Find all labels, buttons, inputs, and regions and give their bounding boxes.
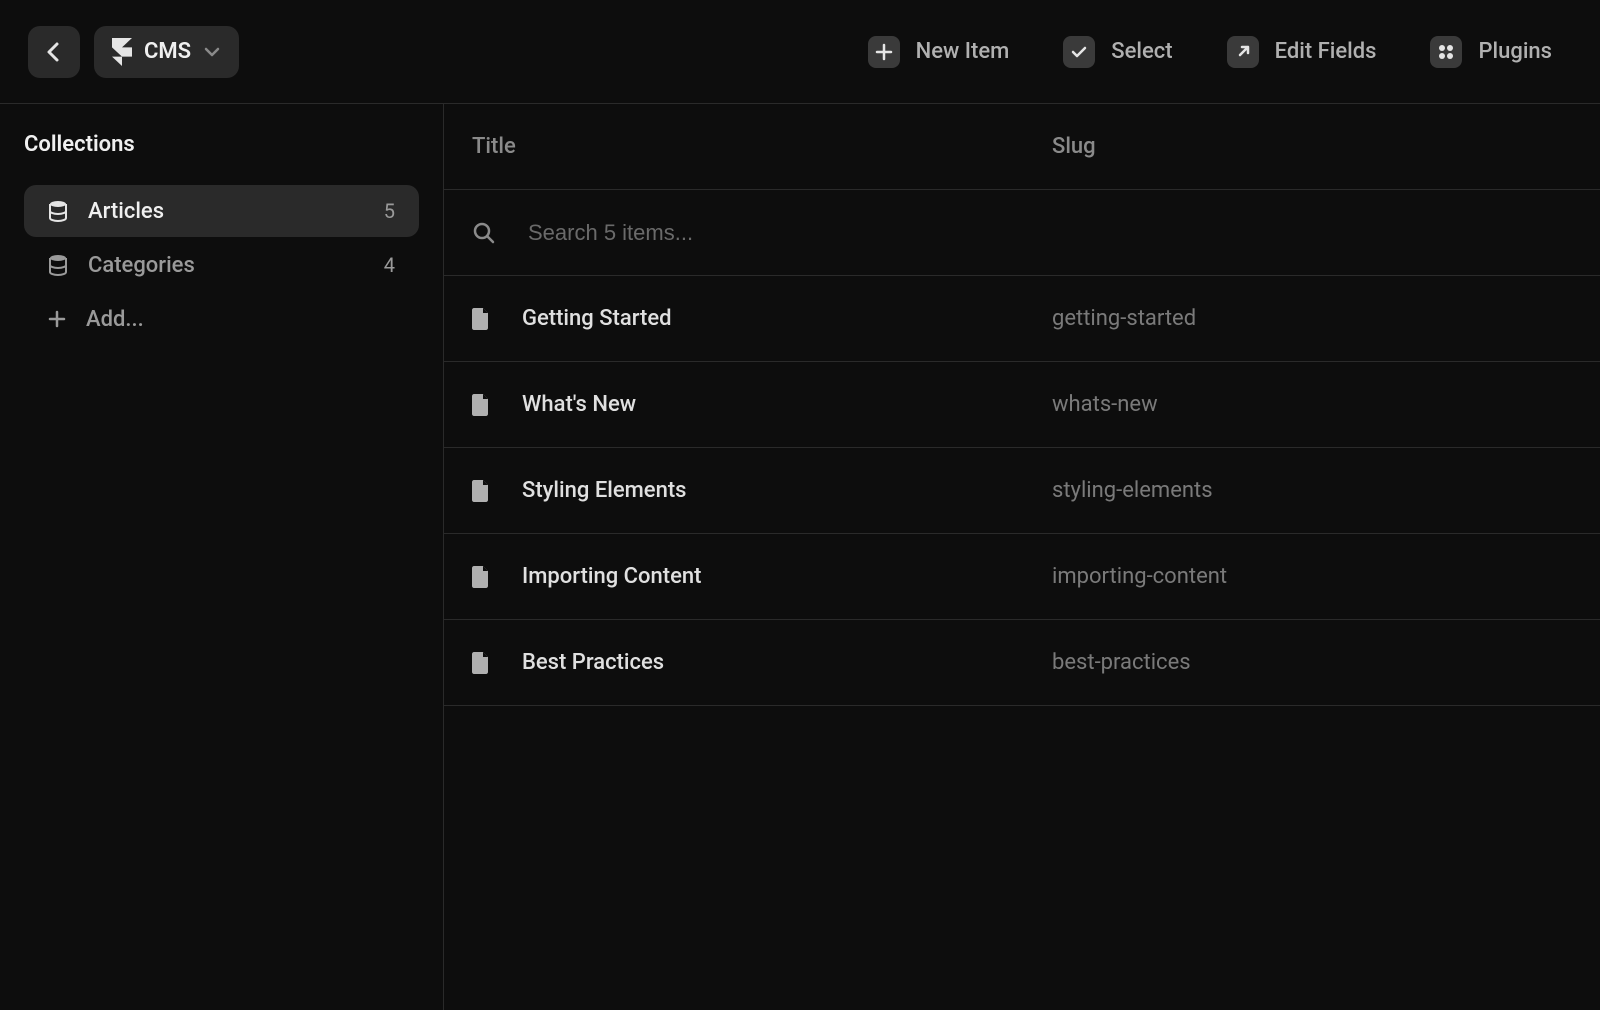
item-slug: styling-elements bbox=[1052, 478, 1213, 503]
item-title: What's New bbox=[522, 392, 1052, 417]
page-icon bbox=[472, 480, 490, 502]
item-slug: importing-content bbox=[1052, 564, 1227, 589]
add-collection-button[interactable]: Add... bbox=[24, 293, 419, 345]
page-icon bbox=[472, 394, 490, 416]
edit-fields-label: Edit Fields bbox=[1275, 39, 1377, 64]
item-title: Importing Content bbox=[522, 564, 1052, 589]
column-slug[interactable]: Slug bbox=[1052, 134, 1096, 159]
back-button[interactable] bbox=[28, 26, 80, 78]
sidebar: Collections Articles 5 bbox=[0, 104, 444, 1010]
framer-logo-icon bbox=[112, 38, 132, 66]
cms-selector[interactable]: CMS bbox=[94, 26, 239, 78]
item-slug: getting-started bbox=[1052, 306, 1196, 331]
chevron-left-icon bbox=[46, 40, 62, 64]
new-item-label: New Item bbox=[916, 39, 1010, 64]
page-icon bbox=[472, 652, 490, 674]
item-slug: best-practices bbox=[1052, 650, 1191, 675]
collection-item-articles[interactable]: Articles 5 bbox=[24, 185, 419, 237]
collection-label: Articles bbox=[88, 199, 364, 224]
page-icon bbox=[472, 566, 490, 588]
select-button[interactable]: Select bbox=[1043, 36, 1192, 68]
plus-icon bbox=[48, 310, 66, 328]
database-icon bbox=[48, 200, 68, 222]
collection-count: 5 bbox=[384, 199, 395, 223]
item-title: Getting Started bbox=[522, 306, 1052, 331]
collection-item-categories[interactable]: Categories 4 bbox=[24, 239, 419, 291]
cms-label: CMS bbox=[144, 39, 191, 64]
check-icon bbox=[1063, 36, 1095, 68]
item-row[interactable]: What's New whats-new bbox=[444, 362, 1600, 448]
collection-count: 4 bbox=[384, 253, 395, 277]
arrow-out-icon bbox=[1227, 36, 1259, 68]
plugins-label: Plugins bbox=[1478, 39, 1552, 64]
item-row[interactable]: Importing Content importing-content bbox=[444, 534, 1600, 620]
plugins-icon bbox=[1430, 36, 1462, 68]
item-row[interactable]: Styling Elements styling-elements bbox=[444, 448, 1600, 534]
item-row[interactable]: Getting Started getting-started bbox=[444, 276, 1600, 362]
page-icon bbox=[472, 308, 490, 330]
select-label: Select bbox=[1111, 39, 1172, 64]
plugins-button[interactable]: Plugins bbox=[1410, 36, 1572, 68]
edit-fields-button[interactable]: Edit Fields bbox=[1207, 36, 1397, 68]
database-icon bbox=[48, 254, 68, 276]
plus-icon bbox=[868, 36, 900, 68]
item-title: Styling Elements bbox=[522, 478, 1052, 503]
main-content: Title Slug Ge bbox=[444, 104, 1600, 1010]
column-title[interactable]: Title bbox=[472, 134, 1052, 159]
chevron-down-icon bbox=[203, 46, 221, 58]
item-row[interactable]: Best Practices best-practices bbox=[444, 620, 1600, 706]
search-input[interactable] bbox=[528, 220, 1572, 246]
new-item-button[interactable]: New Item bbox=[848, 36, 1030, 68]
collections-heading: Collections bbox=[24, 132, 419, 157]
item-slug: whats-new bbox=[1052, 392, 1158, 417]
columns-header: Title Slug bbox=[444, 104, 1600, 190]
add-label: Add... bbox=[86, 307, 144, 332]
search-row bbox=[444, 190, 1600, 276]
search-icon bbox=[472, 221, 496, 245]
item-title: Best Practices bbox=[522, 650, 1052, 675]
toolbar: CMS New Item Select bbox=[0, 0, 1600, 104]
collection-label: Categories bbox=[88, 253, 364, 278]
